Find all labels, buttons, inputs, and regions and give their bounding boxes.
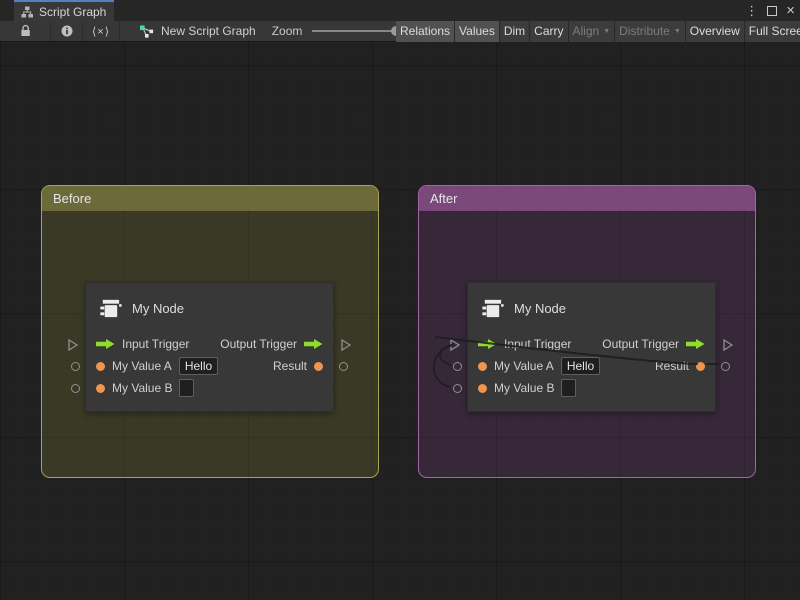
input-trigger-connector[interactable]	[450, 338, 460, 356]
more-menu-button[interactable]: ⋮	[745, 4, 758, 17]
value-a-input[interactable]: Hello	[561, 357, 600, 375]
script-graph-window: Script Graph ⋮ ×	[0, 0, 800, 600]
overview-button[interactable]: Overview	[686, 21, 745, 42]
dim-button[interactable]: Dim	[500, 21, 530, 42]
input-trigger-label: Input Trigger	[504, 337, 571, 351]
group-after-title: After	[430, 191, 457, 206]
trigger-row: Input Trigger Output Trigger	[86, 333, 333, 355]
trigger-row: Input Trigger Output Trigger	[468, 333, 715, 355]
graph-toolbar: ⟨×⟩ New Script Graph Zoom 1x Relations V…	[0, 21, 800, 42]
value-a-row: My Value A Hello Result	[86, 355, 333, 377]
value-a-port[interactable]	[478, 362, 487, 371]
unit-icon	[479, 296, 504, 321]
graph-breadcrumb[interactable]: New Script Graph	[140, 24, 256, 38]
node-my-node-before[interactable]: My Node Input Trigger Output Trigger My …	[85, 282, 334, 412]
lock-icon	[19, 24, 32, 38]
value-a-label: My Value A	[494, 359, 554, 373]
value-b-row: My Value B	[468, 377, 715, 399]
value-a-connector[interactable]	[453, 362, 462, 371]
code-preview-button[interactable]: ⟨×⟩	[83, 21, 120, 41]
value-b-port[interactable]	[96, 384, 105, 393]
maximize-button[interactable]	[767, 6, 777, 16]
info-button[interactable]	[51, 21, 83, 41]
tab-script-graph[interactable]: Script Graph	[14, 0, 114, 21]
node-header: My Node	[468, 283, 715, 333]
node-title: My Node	[132, 301, 184, 316]
full-screen-button[interactable]: Full Screen	[745, 21, 800, 42]
output-trigger-connector[interactable]	[341, 338, 351, 356]
values-button[interactable]: Values	[455, 21, 500, 42]
value-b-label: My Value B	[494, 381, 554, 395]
toolbar-left: ⟨×⟩	[0, 21, 120, 41]
zoom-label: Zoom	[272, 24, 303, 38]
trigger-input-port[interactable]	[96, 338, 115, 350]
result-port[interactable]	[314, 362, 323, 371]
value-b-input[interactable]	[179, 379, 194, 397]
value-b-input[interactable]	[561, 379, 576, 397]
result-port[interactable]	[696, 362, 705, 371]
tab-title: Script Graph	[39, 5, 106, 19]
value-b-connector[interactable]	[453, 384, 462, 393]
align-button[interactable]: Align ▼	[569, 21, 616, 42]
input-trigger-connector[interactable]	[68, 338, 78, 356]
input-trigger-label: Input Trigger	[122, 337, 189, 351]
value-a-label: My Value A	[112, 359, 172, 373]
code-preview-icon: ⟨×⟩	[92, 25, 110, 38]
relations-button[interactable]: Relations	[396, 21, 455, 42]
window-controls: ⋮ ×	[745, 0, 795, 21]
distribute-button[interactable]: Distribute ▼	[615, 21, 686, 42]
value-a-port[interactable]	[96, 362, 105, 371]
trigger-output-port[interactable]	[686, 338, 705, 350]
graph-tree-icon	[21, 6, 33, 18]
group-after-header[interactable]: After	[419, 186, 755, 211]
lock-button[interactable]	[0, 21, 51, 41]
node-my-node-after[interactable]: My Node Input Trigger Output Trigger My …	[467, 282, 716, 412]
close-button[interactable]: ×	[786, 3, 795, 18]
value-b-label: My Value B	[112, 381, 172, 395]
trigger-output-port[interactable]	[304, 338, 323, 350]
value-b-connector[interactable]	[71, 384, 80, 393]
info-icon	[61, 25, 73, 37]
result-label: Result	[655, 359, 689, 373]
output-trigger-connector[interactable]	[723, 338, 733, 356]
output-trigger-label: Output Trigger	[602, 337, 679, 351]
result-label: Result	[273, 359, 307, 373]
value-a-row: My Value A Hello Result	[468, 355, 715, 377]
graph-canvas[interactable]: Before After My Node	[0, 42, 800, 600]
script-graph-icon	[140, 25, 154, 38]
unit-icon	[97, 296, 122, 321]
chevron-down-icon: ▼	[603, 28, 610, 35]
output-trigger-label: Output Trigger	[220, 337, 297, 351]
toolbar-buttons: Relations Values Dim Carry Align ▼ Distr…	[396, 21, 800, 42]
value-b-row: My Value B	[86, 377, 333, 399]
value-b-port[interactable]	[478, 384, 487, 393]
carry-button[interactable]: Carry	[530, 21, 568, 42]
value-a-connector[interactable]	[71, 362, 80, 371]
group-before-header[interactable]: Before	[42, 186, 378, 211]
trigger-input-port[interactable]	[478, 338, 497, 350]
result-connector[interactable]	[721, 362, 730, 371]
zoom-slider[interactable]	[312, 30, 398, 32]
value-a-input[interactable]: Hello	[179, 357, 218, 375]
result-connector[interactable]	[339, 362, 348, 371]
chevron-down-icon: ▼	[674, 28, 681, 35]
graph-name: New Script Graph	[161, 24, 256, 38]
tab-bar: Script Graph ⋮ ×	[0, 0, 800, 21]
group-before-title: Before	[53, 191, 91, 206]
node-header: My Node	[86, 283, 333, 333]
node-title: My Node	[514, 301, 566, 316]
